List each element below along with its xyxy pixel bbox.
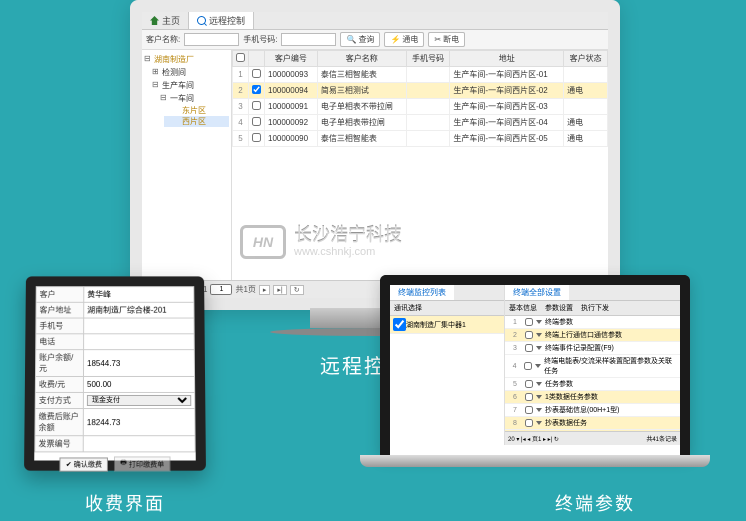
form-input[interactable]	[87, 418, 192, 427]
form-input[interactable]	[87, 321, 191, 330]
sub-tab-run[interactable]: 执行下发	[581, 303, 609, 313]
param-item[interactable]: 2终端上行通信口通信参数	[505, 329, 680, 342]
chevron-down-icon	[536, 408, 542, 412]
tree-leaf-selected[interactable]: 西片区	[164, 116, 229, 127]
select-all-checkbox[interactable]	[236, 53, 245, 62]
power-off-button[interactable]: ✂ 断电	[428, 32, 465, 47]
customer-table: 客户编号 客户名称 手机号码 地址 客户状态 1100000093泰信三相智能表…	[232, 50, 608, 280]
phone-input[interactable]	[281, 33, 336, 46]
phone-label: 手机号码:	[243, 34, 277, 45]
form-input[interactable]	[87, 337, 191, 346]
laptop-screen: 终端监控列表 通讯选择 湖南制造厂集中器1 终端全部设置 基本信息 参数设置 执…	[380, 275, 690, 455]
form-row: 收费/元	[35, 376, 194, 392]
customer-name-label: 客户名称:	[146, 34, 180, 45]
pay-method-select[interactable]: 现金支付	[87, 395, 191, 406]
chevron-down-icon	[536, 346, 542, 350]
row-checkbox[interactable]	[252, 117, 261, 126]
table-row[interactable]: 3100000091电子单相表不带拉闸生产车间-一车间西片区-03	[233, 99, 608, 115]
table-row[interactable]: 2100000094简易三相测试生产车间-一车间西片区-02通电	[233, 83, 608, 99]
item-checkbox[interactable]	[525, 344, 533, 352]
param-item[interactable]: 3终端事件记录配置(F9)	[505, 342, 680, 355]
search-icon	[197, 16, 206, 25]
item-checkbox[interactable]	[525, 406, 533, 414]
param-item[interactable]: 8抄表数据任务	[505, 417, 680, 430]
query-button[interactable]: 🔍 查询	[340, 32, 380, 47]
home-icon	[150, 16, 159, 25]
confirm-payment-button[interactable]: ✔ 确认缴费	[60, 457, 108, 471]
laptop-label: 终端参数	[555, 490, 635, 516]
tree-node[interactable]: 检测间	[152, 66, 229, 79]
form-row: 客户	[36, 287, 194, 303]
item-checkbox[interactable]	[524, 362, 532, 370]
tree-leaf[interactable]: 东片区	[164, 105, 229, 116]
payment-form: 客户客户地址手机号电话账户余额/元收费/元支付方式现金支付缴费后账户余额发票编号	[34, 286, 195, 452]
chevron-down-icon	[535, 364, 541, 368]
param-item[interactable]: 5任务参数	[505, 378, 680, 391]
item-checkbox[interactable]	[525, 393, 533, 401]
item-checkbox[interactable]	[525, 380, 533, 388]
tablet-label: 收费界面	[85, 490, 165, 516]
chevron-down-icon	[536, 382, 542, 386]
chevron-down-icon	[536, 333, 542, 337]
param-item[interactable]: 4终端电能表/交流采样装置配置参数及关联任务	[505, 355, 680, 378]
org-tree[interactable]: 湖南制造厂 检测间 生产车间 一车间 东片区 西片区	[142, 50, 232, 280]
form-input[interactable]	[87, 306, 190, 315]
tree-root[interactable]: 湖南制造厂	[144, 53, 229, 66]
laptop-footer: 20 ▾ |◂ ◂ 页1 ▸ ▸| ↻ 共41条记录	[505, 431, 680, 445]
form-row: 支付方式现金支付	[35, 392, 195, 408]
form-row: 发票编号	[35, 436, 195, 452]
form-input[interactable]	[87, 359, 191, 368]
customer-name-input[interactable]	[184, 33, 239, 46]
tree-node[interactable]: 一车间	[160, 92, 229, 105]
row-checkbox[interactable]	[252, 85, 261, 94]
print-receipt-button[interactable]: 🖶 打印缴费单	[114, 456, 170, 471]
table-row[interactable]: 4100000092电子单相表带拉闸生产车间-一车间西片区-04通电	[233, 115, 608, 131]
tab-bar: 主页 远程控制	[142, 12, 608, 30]
form-row: 缴费后账户余额	[35, 409, 195, 436]
param-item[interactable]: 1终端参数	[505, 316, 680, 329]
tab-terminal-list[interactable]: 终端监控列表	[390, 285, 454, 300]
filter-bar: 客户名称: 手机号码: 🔍 查询 ⚡ 通电 ✂ 断电	[142, 30, 608, 50]
item-checkbox[interactable]	[525, 318, 533, 326]
page-input[interactable]	[210, 284, 232, 295]
row-checkbox[interactable]	[252, 133, 261, 142]
terminal-list-panel: 终端监控列表 通讯选择 湖南制造厂集中器1	[390, 285, 505, 445]
form-row: 手机号	[36, 318, 194, 334]
monitor-screen: 主页 远程控制 客户名称: 手机号码: 🔍 查询 ⚡ 通电 ✂ 断电 湖南制造厂…	[130, 0, 620, 310]
form-input[interactable]	[87, 380, 191, 389]
last-page-button[interactable]: ▸|	[273, 285, 286, 295]
tab-terminal-config[interactable]: 终端全部设置	[505, 285, 569, 300]
sub-tab-info[interactable]: 基本信息	[509, 303, 537, 313]
table-row[interactable]: 1100000093泰信三相智能表生产车间-一车间西片区-01	[233, 67, 608, 83]
power-on-button[interactable]: ⚡ 通电	[384, 32, 424, 47]
list-header: 通讯选择	[390, 301, 504, 316]
tablet-screen: 客户客户地址手机号电话账户余额/元收费/元支付方式现金支付缴费后账户余额发票编号…	[24, 276, 206, 470]
next-page-button[interactable]: ▸	[259, 285, 271, 295]
item-checkbox[interactable]	[525, 331, 533, 339]
row-checkbox[interactable]	[252, 101, 261, 110]
tab-remote-control[interactable]: 远程控制	[189, 12, 254, 29]
form-row: 客户地址	[36, 302, 194, 318]
param-list: 1终端参数2终端上行通信口通信参数3终端事件记录配置(F9)4终端电能表/交流采…	[505, 316, 680, 431]
param-item[interactable]: 61类数据任务参数	[505, 391, 680, 404]
tree-node[interactable]: 生产车间	[152, 79, 229, 92]
table-header-row: 客户编号 客户名称 手机号码 地址 客户状态	[233, 51, 608, 67]
tab-home[interactable]: 主页	[142, 12, 189, 29]
sub-tab-bar: 基本信息 参数设置 执行下发	[505, 301, 680, 316]
refresh-button[interactable]: ↻	[290, 285, 304, 295]
row-checkbox[interactable]	[252, 69, 261, 78]
chevron-down-icon	[536, 395, 542, 399]
form-input[interactable]	[87, 439, 192, 448]
form-row: 账户余额/元	[35, 350, 194, 377]
chevron-down-icon	[536, 320, 542, 324]
table-row[interactable]: 5100000090泰信三相智能表生产车间-一车间西片区-05通电	[233, 131, 608, 147]
form-input[interactable]	[87, 290, 190, 299]
terminal-row-selected[interactable]: 湖南制造厂集中器1	[390, 316, 504, 334]
form-row: 电话	[36, 334, 195, 350]
item-checkbox[interactable]	[525, 419, 533, 427]
row-checkbox[interactable]	[393, 318, 406, 331]
chevron-down-icon	[536, 421, 542, 425]
param-item[interactable]: 7抄表基础信息(00H+1型)	[505, 404, 680, 417]
sub-tab-read[interactable]: 参数设置	[545, 303, 573, 313]
